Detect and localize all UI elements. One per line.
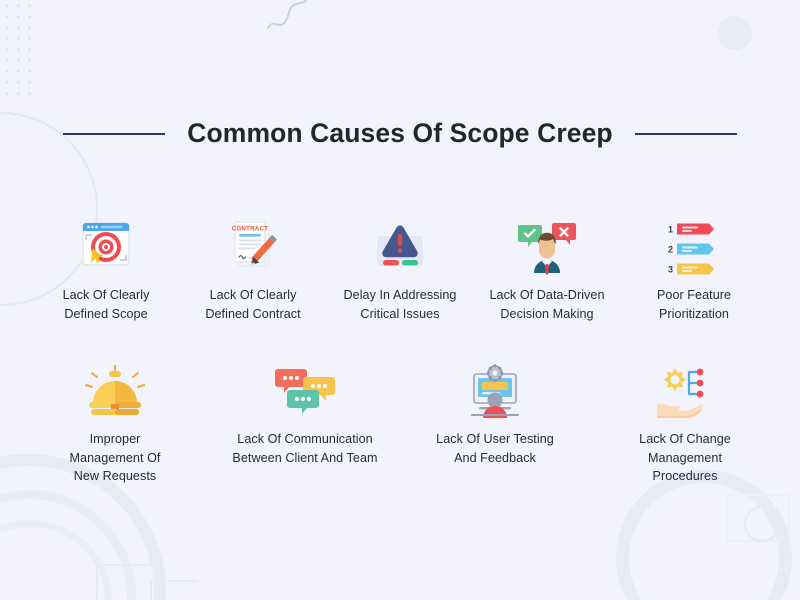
cause-item: Delay In Addressing Critical Issues [327,218,474,323]
cause-label: Delay In Addressing Critical Issues [343,288,457,321]
wavy-line-icon [267,0,307,29]
dot-grid-icon [2,0,36,100]
cause-label: Lack Of Clearly Defined Scope [62,288,150,321]
contract-document-pen-icon: CONTRACT [216,218,290,276]
svg-text:2: 2 [668,245,673,255]
cause-item: CONTRACT Lack Of Clearly Defined Contrac… [180,218,327,323]
causes-row-2: Improper Management Of New Requests Lack… [0,362,800,486]
cause-label: Poor Feature Prioritization [656,288,732,321]
causes-row-1: Lack Of Clearly Defined Scope CONTRACT L… [0,218,800,323]
chat-bubbles-icon [268,362,342,420]
svg-text:3: 3 [668,265,673,275]
title-rule-right [634,132,737,135]
cause-item: Lack Of Data-Driven Decision Making [474,218,621,323]
page-title: Common Causes Of Scope Creep [187,118,613,148]
target-browser-window-icon [69,218,143,276]
cause-label: Improper Management Of New Requests [69,432,161,483]
cause-label: Lack Of Data-Driven Decision Making [489,288,605,321]
cause-item: Lack Of User Testing And Feedback [400,362,590,486]
cause-item: 1 2 3 Poor Feature Prioritization [621,218,768,323]
concentric-arc-icon [0,490,136,600]
corner-bracket-icon [96,564,156,600]
svg-text:CONTRACT: CONTRACT [232,226,269,233]
corner-bracket-icon [150,580,198,600]
cause-item: Lack Of Communication Between Client And… [210,362,400,486]
concentric-arc-icon [0,520,112,600]
title-rule-left [63,132,166,135]
cause-item: Lack Of Clearly Defined Scope [33,218,180,323]
cause-label: Lack Of Clearly Defined Contract [205,288,301,321]
circle-outline-icon [744,506,780,542]
businessman-decision-speech-bubbles-icon [510,218,584,276]
cause-label: Lack Of Change Management Procedures [639,432,731,483]
cause-label: Lack Of User Testing And Feedback [436,432,554,465]
circle-blob-icon [718,16,752,50]
cause-label: Lack Of Communication Between Client And… [232,432,378,465]
arc-outline-icon [616,470,792,600]
service-bell-icon [78,362,152,420]
cause-item: Improper Management Of New Requests [20,362,210,486]
monitor-user-testing-icon [458,362,532,420]
cause-item: Lack Of Change Management Procedures [590,362,780,486]
svg-text:1: 1 [668,225,673,235]
warning-triangle-alert-dialog-icon [363,218,437,276]
hand-gear-change-management-icon [648,362,722,420]
page-header: Common Causes Of Scope Creep [0,118,800,149]
dot-grid-icon [778,536,794,596]
numbered-priority-list-icon: 1 2 3 [657,218,731,276]
square-outline-icon [726,494,790,542]
